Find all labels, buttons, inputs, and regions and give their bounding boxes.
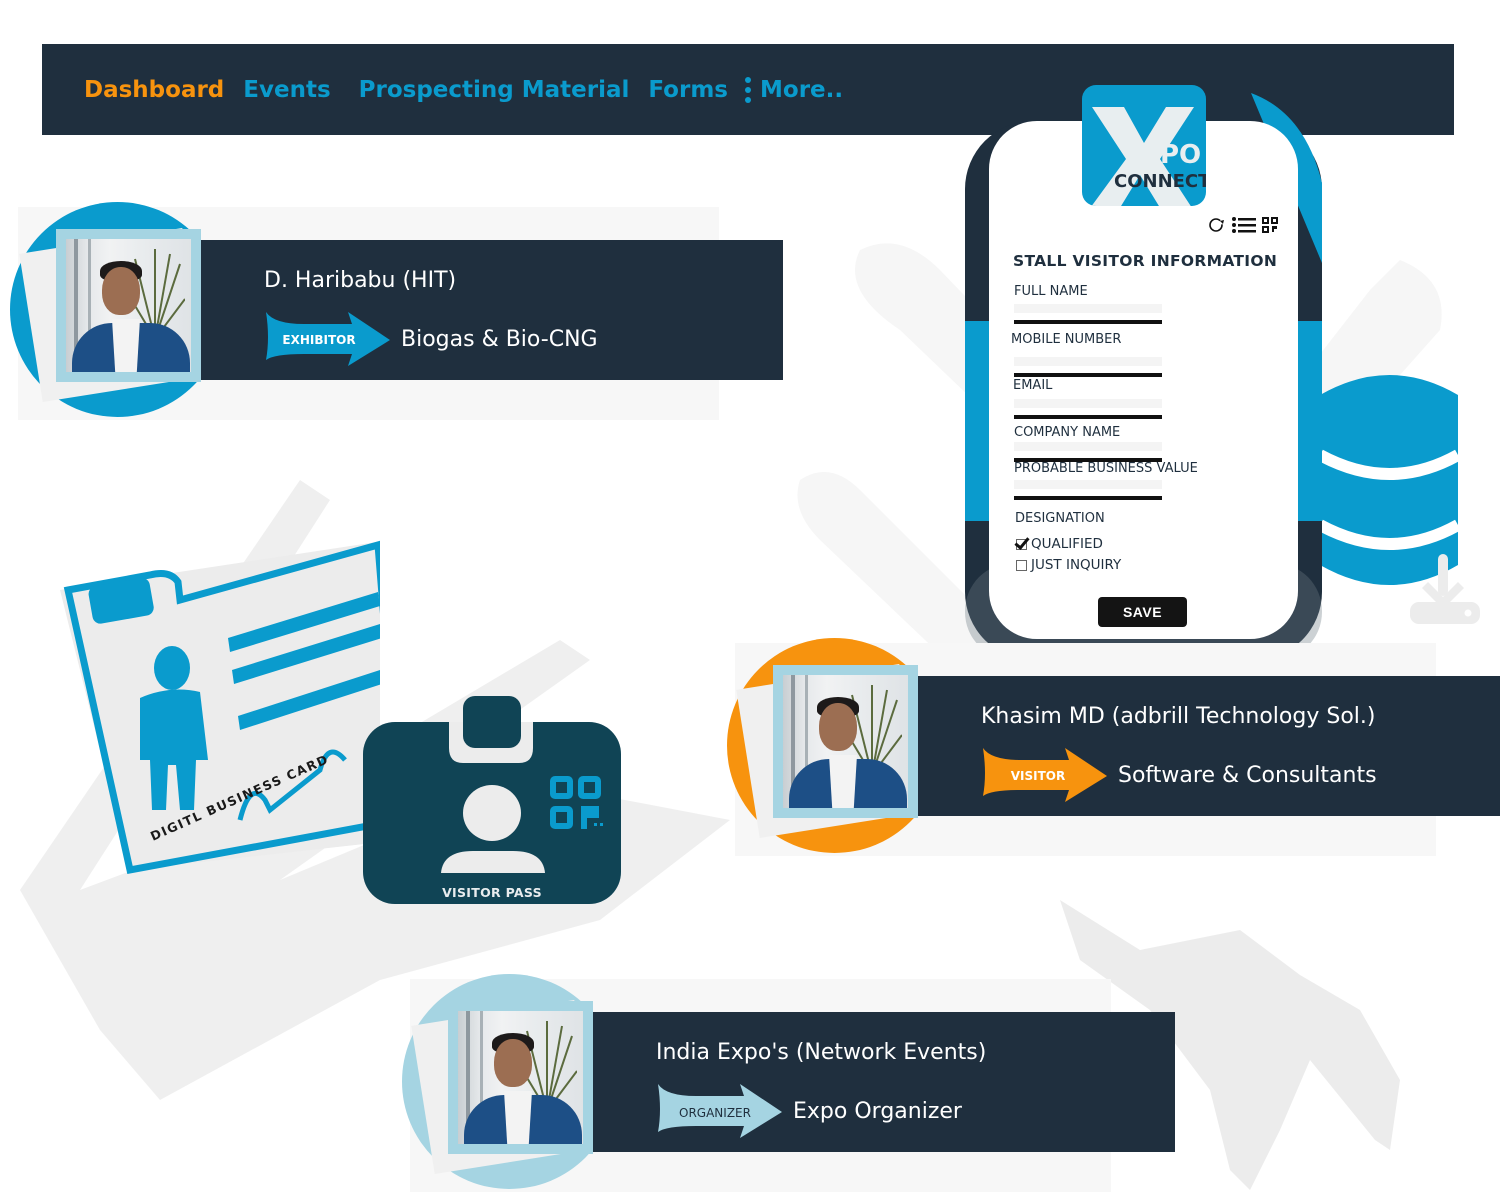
nav-prospecting-material[interactable]: Prospecting Material	[359, 77, 630, 103]
mobile-number-input[interactable]	[1014, 357, 1162, 377]
field-label-email: EMAIL	[1013, 378, 1053, 393]
just-inquiry-checkbox[interactable]: JUST INQUIRY	[1016, 557, 1121, 573]
probable-business-value-input[interactable]	[1014, 480, 1162, 500]
nav-items: Dashboard Events Prospecting Material Fo…	[84, 44, 843, 135]
checkbox-checked-icon[interactable]	[1016, 538, 1027, 550]
nav-more[interactable]: More..	[760, 77, 843, 103]
avatar	[448, 1001, 593, 1154]
role-badge: EXHIBITOR	[282, 333, 356, 347]
avatar	[56, 229, 201, 382]
full-name-input[interactable]	[1014, 304, 1162, 324]
designation-label: DESIGNATION	[1015, 511, 1105, 526]
list-icon[interactable]	[1232, 216, 1256, 234]
refresh-icon[interactable]	[1206, 215, 1226, 235]
company-name-input[interactable]	[1014, 442, 1162, 462]
role-badge: VISITOR	[1010, 769, 1066, 783]
vertical-dots-icon	[744, 76, 752, 103]
profile-industry: Biogas & Bio-CNG	[401, 327, 598, 352]
profile-industry: Software & Consultants	[1118, 763, 1377, 788]
field-label-company-name: COMPANY NAME	[1014, 425, 1121, 440]
profile-name: D. Haribabu (HIT)	[264, 268, 457, 293]
business-card-illustration	[60, 540, 380, 875]
nav-events[interactable]: Events	[243, 77, 330, 103]
xpo-connect-logo: PO CONNECT	[1082, 85, 1206, 206]
profile-name: Khasim MD (adbrill Technology Sol.)	[981, 704, 1376, 729]
visitor-pass-illustration	[363, 696, 621, 904]
profile-industry: Expo Organizer	[793, 1099, 962, 1124]
checkbox-unchecked-icon[interactable]	[1016, 559, 1027, 571]
just-inquiry-label: JUST INQUIRY	[1031, 557, 1122, 573]
qr-code-icon[interactable]	[1262, 217, 1278, 233]
qualified-label: QUALIFIED	[1031, 536, 1103, 552]
nav-dashboard[interactable]: Dashboard	[84, 77, 224, 103]
visitor-pass-label: VISITOR PASS	[442, 885, 542, 900]
save-button[interactable]: SAVE	[1098, 597, 1187, 627]
role-badge: ORGANIZER	[679, 1106, 751, 1120]
nav-forms[interactable]: Forms	[648, 77, 728, 103]
logo-suffix: PO	[1160, 140, 1201, 170]
qualified-checkbox[interactable]: QUALIFIED	[1016, 536, 1103, 552]
form-title: STALL VISITOR INFORMATION	[1013, 252, 1278, 270]
download-icon	[1410, 554, 1480, 624]
field-label-full-name: FULL NAME	[1014, 284, 1088, 299]
profile-name: India Expo's (Network Events)	[656, 1040, 987, 1065]
logo-sub: CONNECT	[1114, 171, 1206, 192]
avatar	[773, 665, 918, 818]
field-label-probable-business-value: PROBABLE BUSINESS VALUE	[1014, 461, 1198, 476]
form-toolbar	[1206, 215, 1278, 235]
email-input[interactable]	[1014, 399, 1162, 419]
field-label-mobile-number: MOBILE NUMBER	[1011, 332, 1122, 347]
